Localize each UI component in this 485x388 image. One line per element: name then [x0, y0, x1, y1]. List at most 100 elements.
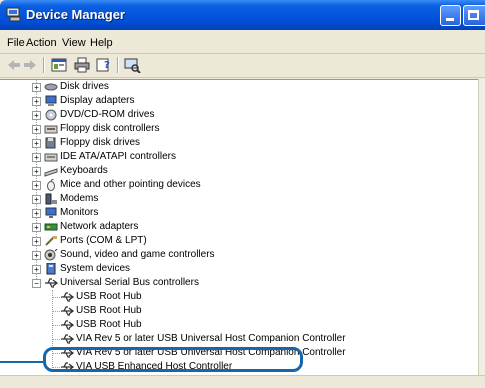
title-bar[interactable]: Device Manager	[0, 0, 485, 30]
modem-icon	[45, 193, 57, 205]
expand-toggle[interactable]: +	[32, 139, 41, 148]
tree-item-modems[interactable]: + Modems	[0, 192, 470, 206]
tree-item-keyboards[interactable]: + Keyboards	[0, 164, 470, 178]
tree-item-label: USB Root Hub	[76, 319, 142, 330]
svg-text:?: ?	[104, 60, 110, 71]
tree-item-system-devices[interactable]: + System devices	[0, 262, 470, 276]
tree-item-label: USB Root Hub	[76, 305, 142, 316]
tree-item-network-adapters[interactable]: + Network adapters	[0, 220, 470, 234]
tree-child-via-companion-controller[interactable]: VIA Rev 5 or later USB Universal Host Co…	[0, 332, 470, 346]
tree-item-label: IDE ATA/ATAPI controllers	[60, 151, 176, 162]
menu-help[interactable]: Help	[90, 37, 113, 49]
collapse-toggle[interactable]: −	[32, 279, 41, 288]
tree-item-label: Disk drives	[60, 81, 109, 92]
tree-item-label: Modems	[60, 193, 99, 204]
usb-device-icon	[61, 334, 74, 344]
window-title: Device Manager	[26, 7, 125, 22]
toolbar: ?	[0, 54, 485, 78]
device-manager-window: Device Manager File Action View Help ? +…	[0, 0, 485, 388]
system-device-icon	[46, 263, 56, 275]
tree-item-label: Universal Serial Bus controllers	[60, 277, 199, 288]
usb-device-icon	[61, 292, 74, 302]
callout-pointer-line	[0, 361, 43, 363]
tree-guide-line	[52, 339, 60, 340]
tree-item-label: VIA Rev 5 or later USB Universal Host Co…	[76, 333, 346, 344]
minimize-button[interactable]	[440, 5, 461, 26]
display-adapter-icon	[45, 95, 57, 106]
tree-item-label: USB Root Hub	[76, 291, 142, 302]
expand-toggle[interactable]: +	[32, 181, 41, 190]
vertical-scrollbar[interactable]	[478, 79, 485, 375]
tree-item-disk-drives[interactable]: + Disk drives	[0, 80, 470, 94]
forward-arrow-icon[interactable]	[21, 57, 39, 73]
menu-view[interactable]: View	[62, 37, 86, 49]
help-icon[interactable]: ?	[95, 57, 113, 73]
expand-toggle[interactable]: +	[32, 251, 41, 260]
expand-toggle[interactable]: +	[32, 223, 41, 232]
callout-highlight	[43, 347, 303, 372]
expand-toggle[interactable]: +	[32, 125, 41, 134]
menu-file[interactable]: File	[7, 37, 25, 49]
usb-device-icon	[61, 306, 74, 316]
tree-item-floppy-drives[interactable]: + Floppy disk drives	[0, 136, 470, 150]
floppy-drive-icon	[45, 137, 56, 149]
tree-item-usb-controllers[interactable]: − Universal Serial Bus controllers	[0, 276, 470, 290]
expand-toggle[interactable]: +	[32, 265, 41, 274]
tree-item-sound[interactable]: + Sound, video and game controllers	[0, 248, 470, 262]
expand-toggle[interactable]: +	[32, 97, 41, 106]
usb-device-icon	[61, 320, 74, 330]
print-icon[interactable]	[73, 57, 91, 73]
usb-icon	[45, 278, 58, 288]
menu-action[interactable]: Action	[26, 37, 57, 49]
tree-item-monitors[interactable]: + Monitors	[0, 206, 470, 220]
tree-child-usb-root-hub[interactable]: USB Root Hub	[0, 318, 470, 332]
toolbar-separator	[43, 57, 45, 73]
maximize-button[interactable]	[463, 5, 485, 26]
disk-drive-icon	[44, 83, 58, 91]
device-tree: + Disk drives + Display adapters + DVD/C…	[0, 79, 478, 376]
tree-item-label: Floppy disk drives	[60, 137, 141, 148]
tree-item-label: Monitors	[60, 207, 99, 218]
tree-item-label: Keyboards	[60, 165, 108, 176]
tree-item-label: Display adapters	[60, 95, 135, 106]
tree-item-display-adapters[interactable]: + Display adapters	[0, 94, 470, 108]
tree-item-label: Mice and other pointing devices	[60, 179, 201, 190]
tree-item-label: System devices	[60, 263, 131, 274]
device-manager-icon	[6, 7, 21, 22]
expand-toggle[interactable]: +	[32, 167, 41, 176]
expand-toggle[interactable]: +	[32, 237, 41, 246]
keyboard-icon	[44, 168, 58, 177]
tree-child-usb-root-hub[interactable]: USB Root Hub	[0, 290, 470, 304]
expand-toggle[interactable]: +	[32, 209, 41, 218]
tree-item-ide-controllers[interactable]: + IDE ATA/ATAPI controllers	[0, 150, 470, 164]
monitor-icon	[45, 207, 57, 218]
tree-item-dvd-drives[interactable]: + DVD/CD-ROM drives	[0, 108, 470, 122]
toolbar-separator	[117, 57, 119, 73]
sound-icon	[44, 249, 58, 261]
tree-item-label: Sound, video and game controllers	[60, 249, 215, 260]
network-adapter-icon	[44, 223, 58, 231]
tree-item-ports[interactable]: + Ports (COM & LPT)	[0, 234, 470, 248]
tree-item-label: Ports (COM & LPT)	[60, 235, 147, 246]
expand-toggle[interactable]: +	[32, 83, 41, 92]
dvd-drive-icon	[45, 109, 57, 121]
tree-item-label: Network adapters	[60, 221, 139, 232]
expand-toggle[interactable]: +	[32, 153, 41, 162]
properties-icon[interactable]	[50, 57, 68, 73]
expand-toggle[interactable]: +	[32, 195, 41, 204]
expand-toggle[interactable]: +	[32, 111, 41, 120]
status-bar	[0, 375, 485, 388]
menu-bar: File Action View Help	[0, 34, 485, 54]
scan-hardware-icon[interactable]	[123, 57, 141, 73]
mouse-icon	[47, 179, 55, 191]
tree-guide-line	[52, 311, 60, 312]
tree-child-usb-root-hub[interactable]: USB Root Hub	[0, 304, 470, 318]
port-icon	[45, 236, 57, 246]
tree-item-label: Floppy disk controllers	[60, 123, 160, 134]
ide-controller-icon	[44, 153, 58, 162]
tree-item-label: DVD/CD-ROM drives	[60, 109, 155, 120]
tree-item-floppy-controllers[interactable]: + Floppy disk controllers	[0, 122, 470, 136]
tree-item-mice[interactable]: + Mice and other pointing devices	[0, 178, 470, 192]
tree-guide-line	[52, 297, 60, 298]
tree-guide-line	[52, 325, 60, 326]
